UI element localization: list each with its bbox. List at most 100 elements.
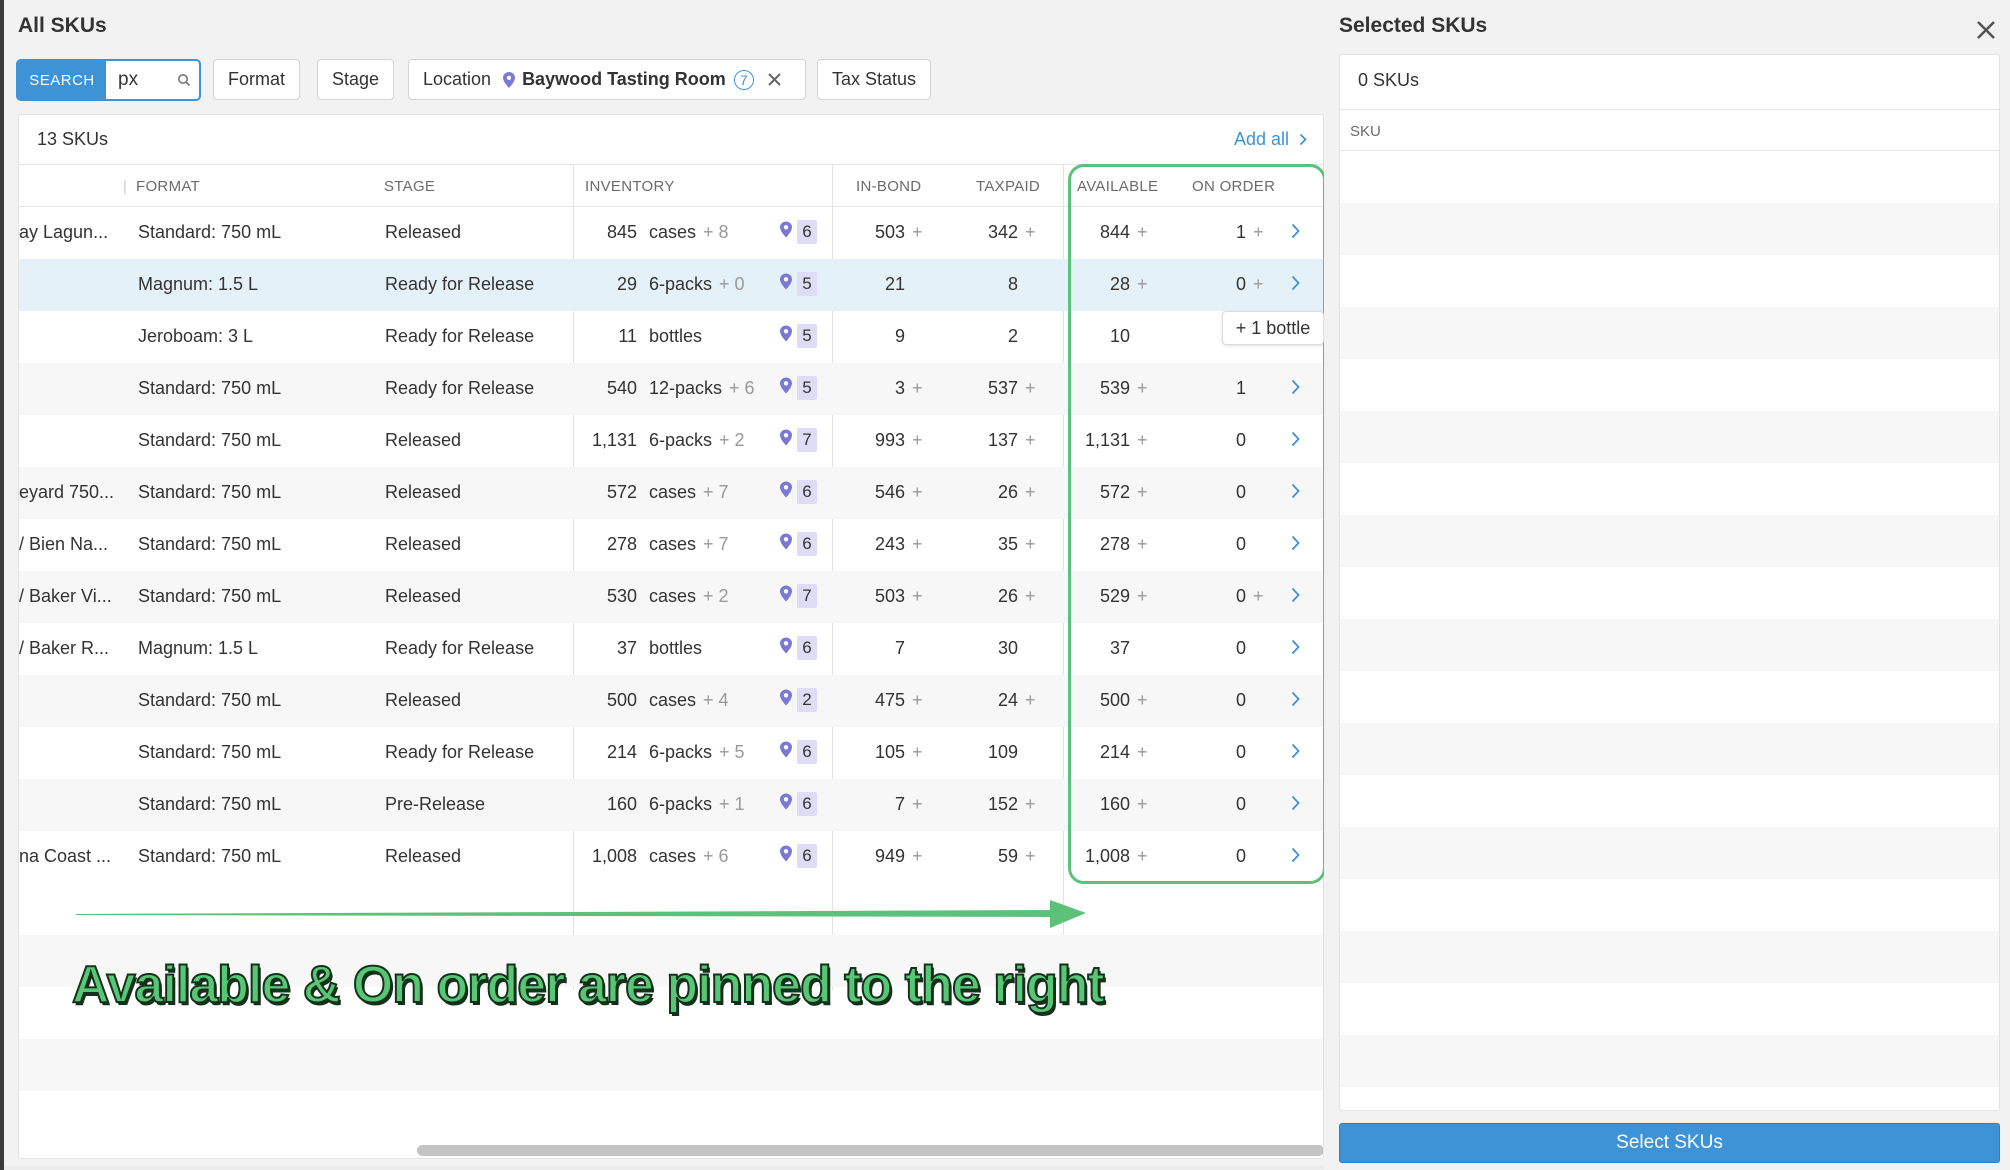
table-row[interactable]: na Coast ... Standard: 750 mL Released 1,00… <box>19 831 1323 883</box>
sku-format: Standard: 750 mL <box>138 482 282 502</box>
column-divider: | <box>123 178 128 195</box>
close-icon[interactable] <box>1976 20 1996 45</box>
clear-filter-icon[interactable] <box>768 73 781 86</box>
search-tag[interactable]: SEARCH <box>18 61 106 99</box>
chevron-right-icon[interactable] <box>1291 379 1300 400</box>
on-order-value: 0 <box>1235 794 1246 814</box>
column-available[interactable]: AVAILABLE <box>1077 178 1158 195</box>
chevron-right-icon[interactable] <box>1291 535 1300 556</box>
table-row[interactable]: / Baker Vi... Standard: 750 mL Released 530… <box>19 571 1323 623</box>
taxpaid: 109 <box>988 742 1035 763</box>
table-row[interactable]: Standard: 750 mL Released 500 cases + 4 2 475 +… <box>19 675 1323 727</box>
table-row[interactable]: / Baker R... Magnum: 1.5 L Ready for Relea… <box>19 623 1323 675</box>
table-row[interactable]: Magnum: 1.5 L Ready for Release 29 6-packs +… <box>19 259 1323 311</box>
chevron-right-icon[interactable] <box>1291 795 1300 816</box>
location-pin-icon <box>780 481 792 503</box>
chevron-right-icon[interactable] <box>1291 639 1300 660</box>
location-pin-icon <box>780 377 792 399</box>
column-sku[interactable]: SKU <box>1350 123 1381 140</box>
column-inventory[interactable]: INVENTORY <box>585 178 675 195</box>
taxpaid-value: 342 <box>987 222 1018 242</box>
taxpaid-plus: + <box>1025 378 1036 398</box>
chevron-right-icon[interactable] <box>1291 587 1300 608</box>
chevron-right-icon[interactable] <box>1291 743 1300 764</box>
inventory-qty: 1,131 <box>591 430 637 450</box>
empty-row <box>1340 671 1999 723</box>
column-stage[interactable]: STAGE <box>384 178 435 195</box>
available-value: 844 <box>1099 222 1130 242</box>
inventory-extra: + 2 <box>703 586 729 606</box>
table-row[interactable]: eyard 750... Standard: 750 mL Released 572 c… <box>19 467 1323 519</box>
inventory-unit-label: cases <box>649 690 697 710</box>
on-order: 0 <box>1236 742 1263 763</box>
add-all-link[interactable]: Add all <box>1234 129 1307 150</box>
chevron-right-icon[interactable] <box>1291 431 1300 452</box>
column-in-bond[interactable]: IN-BOND <box>856 178 921 195</box>
available: 529 + <box>1100 586 1148 607</box>
in-bond-value: 243 <box>874 534 905 554</box>
search-input[interactable] <box>106 61 169 99</box>
tax-status-filter-button[interactable]: Tax Status <box>817 59 932 100</box>
horizontal-scrollbar[interactable] <box>417 1145 1323 1156</box>
location-count-badge: 6 <box>797 844 817 868</box>
table-row[interactable]: Jeroboam: 3 L Ready for Release 11 bottles 5… <box>19 311 1323 363</box>
location-count-badge: 5 <box>797 376 817 400</box>
taxpaid-plus: + <box>1025 794 1036 814</box>
table-row[interactable]: / Bien Na... Standard: 750 mL Released 278 c… <box>19 519 1323 571</box>
chevron-right-icon[interactable] <box>1291 275 1300 296</box>
available: 572 + <box>1100 482 1148 503</box>
all-skus-title: All SKUs <box>18 14 107 37</box>
select-skus-button[interactable]: Select SKUs <box>1339 1123 2000 1163</box>
taxpaid-plus: + <box>1025 690 1036 710</box>
empty-row <box>1340 151 1999 203</box>
sku-name: / Baker R... <box>19 638 110 658</box>
taxpaid-plus: + <box>1025 534 1036 554</box>
table-row[interactable]: Standard: 750 mL Ready for Release 214 6-pa… <box>19 727 1323 779</box>
on-order: 0 <box>1236 846 1263 867</box>
taxpaid: 59 + <box>998 846 1036 867</box>
location-filter-button[interactable]: Location Baywood Tasting Room 7 <box>408 59 806 100</box>
table-row[interactable]: Standard: 750 mL Ready for Release 540 12-p… <box>19 363 1323 415</box>
on-order: 1 <box>1236 378 1263 399</box>
column-format[interactable]: FORMAT <box>136 178 200 195</box>
location-pin-icon <box>503 71 516 88</box>
empty-row <box>1340 619 1999 671</box>
sku-stage: Released <box>385 482 462 502</box>
in-bond-value: 7 <box>894 794 905 814</box>
chevron-right-icon[interactable] <box>1291 483 1300 504</box>
location-pin-icon <box>780 325 792 347</box>
search-group[interactable]: SEARCH <box>16 59 201 101</box>
inventory-unit: 6-packs + 2 <box>649 430 745 451</box>
table-row[interactable]: ay Lagun... Standard: 750 mL Released 845 ca… <box>19 207 1323 259</box>
taxpaid: 26 + <box>998 482 1036 503</box>
table-row[interactable]: Standard: 750 mL Pre-Release 160 6-packs + 1… <box>19 779 1323 831</box>
on-order: 0 <box>1236 534 1263 555</box>
sku-format: Standard: 750 mL <box>138 794 282 814</box>
available-value: 214 <box>1099 742 1130 762</box>
selected-skus-table: 0 SKUs SKU <box>1339 54 2000 1111</box>
column-on-order[interactable]: ON ORDER <box>1192 178 1275 195</box>
location-pin-icon <box>780 273 792 295</box>
sku-stage: Released <box>385 534 462 554</box>
in-bond-value: 993 <box>874 430 905 450</box>
inventory-extra: + 7 <box>703 482 729 502</box>
empty-row <box>1340 359 1999 411</box>
taxpaid: 2 <box>1008 326 1035 347</box>
format-filter-button[interactable]: Format <box>213 59 301 100</box>
empty-row <box>1340 307 1999 359</box>
in-bond: 475 + <box>875 690 923 711</box>
in-bond-plus: + <box>912 378 923 398</box>
sku-name: / Bien Na... <box>19 534 109 554</box>
search-icon[interactable] <box>169 61 199 99</box>
column-taxpaid[interactable]: TAXPAID <box>976 178 1040 195</box>
chevron-right-icon[interactable] <box>1291 847 1300 868</box>
table-row[interactable]: Standard: 750 mL Released 1,131 6-packs + 2 7… <box>19 415 1323 467</box>
chevron-right-icon[interactable] <box>1291 691 1300 712</box>
available-value: 37 <box>1109 638 1130 658</box>
available: 37 <box>1110 638 1147 659</box>
stage-filter-button[interactable]: Stage <box>317 59 395 100</box>
available-plus: + <box>1137 742 1148 762</box>
chevron-right-icon[interactable] <box>1291 223 1300 244</box>
in-bond-value: 9 <box>894 326 905 346</box>
location-pin-icon <box>780 793 792 815</box>
